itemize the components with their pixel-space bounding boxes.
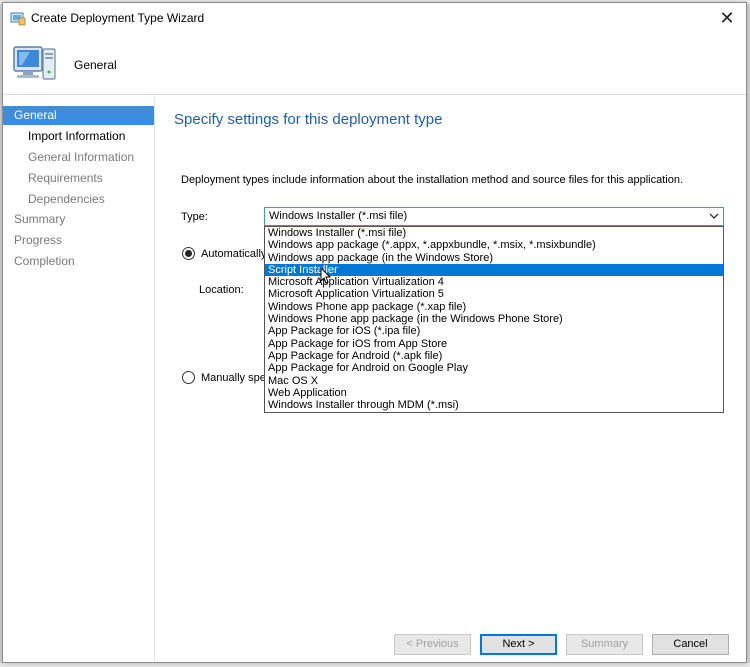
type-option[interactable]: Script Installer (265, 263, 723, 277)
type-option[interactable]: Windows Phone app package (*.xap file) (265, 301, 723, 313)
type-select-value: Windows Installer (*.msi file) (269, 210, 408, 222)
cancel-button[interactable]: Cancel (652, 634, 729, 655)
wizard-header: General (3, 33, 746, 95)
summary-button[interactable]: Summary (566, 634, 643, 655)
background-window-strip-bottom (0, 663, 750, 667)
type-option[interactable]: Microsoft Application Virtualization 4 (265, 276, 723, 288)
window-title: Create Deployment Type Wizard (31, 11, 205, 25)
manual-specify-radio[interactable] (182, 371, 195, 384)
automatic-detect-label: Automatically i (201, 248, 272, 260)
page-description: Deployment types include information abo… (181, 174, 684, 186)
sidebar-item-summary[interactable]: Summary (3, 210, 154, 229)
sidebar-item-import-information[interactable]: Import Information (3, 127, 154, 146)
sidebar-item-general-information[interactable]: General Information (3, 148, 154, 167)
sidebar-item-dependencies[interactable]: Dependencies (3, 190, 154, 209)
wizard-sidebar: General Import Information General Infor… (3, 96, 155, 662)
type-select[interactable]: Windows Installer (*.msi file) (264, 207, 724, 226)
wizard-footer: < Previous Next > Summary Cancel (156, 626, 746, 662)
type-option[interactable]: Windows Installer (*.msi file) (265, 227, 723, 239)
close-button[interactable]: ✕ (712, 5, 742, 31)
type-option[interactable]: Microsoft Application Virtualization 5 (265, 288, 723, 300)
type-option[interactable]: Windows Phone app package (in the Window… (265, 313, 723, 325)
wizard-app-icon (10, 12, 26, 26)
type-option[interactable]: App Package for Android (*.apk file) (265, 350, 723, 362)
wizard-window: Create Deployment Type Wizard ✕ General … (2, 2, 747, 663)
title-bar: Create Deployment Type Wizard ✕ (3, 3, 746, 33)
type-option[interactable]: App Package for Android on Google Play (265, 362, 723, 374)
page-title: Specify settings for this deployment typ… (174, 111, 443, 128)
sidebar-item-requirements[interactable]: Requirements (3, 169, 154, 188)
type-option[interactable]: App Package for iOS (*.ipa file) (265, 325, 723, 337)
type-option[interactable]: App Package for iOS from App Store (265, 338, 723, 350)
next-button[interactable]: Next > (480, 634, 557, 655)
sidebar-item-completion[interactable]: Completion (3, 252, 154, 271)
automatic-detect-radio[interactable] (182, 247, 195, 260)
sidebar-item-progress[interactable]: Progress (3, 231, 154, 250)
type-label: Type: (181, 211, 208, 223)
header-title: General (74, 58, 117, 72)
type-option[interactable]: Mac OS X (265, 375, 723, 387)
type-option[interactable]: Windows app package (in the Windows Stor… (265, 252, 723, 264)
close-icon: ✕ (719, 8, 735, 28)
chevron-down-icon (709, 213, 719, 219)
manual-specify-label: Manually speci (201, 372, 274, 384)
mouse-cursor-icon (320, 267, 331, 284)
type-option[interactable]: Windows Installer through MDM (*.msi) (265, 399, 723, 411)
wizard-content: Specify settings for this deployment typ… (156, 96, 746, 626)
type-option[interactable]: Windows app package (*.appx, *.appxbundl… (265, 239, 723, 251)
computer-icon (13, 46, 56, 80)
type-option[interactable]: Web Application (265, 387, 723, 399)
location-label: Location: (199, 284, 244, 296)
sidebar-item-general[interactable]: General (3, 106, 154, 125)
type-dropdown-list: Windows Installer (*.msi file) Windows ap… (264, 226, 724, 413)
previous-button[interactable]: < Previous (394, 634, 471, 655)
